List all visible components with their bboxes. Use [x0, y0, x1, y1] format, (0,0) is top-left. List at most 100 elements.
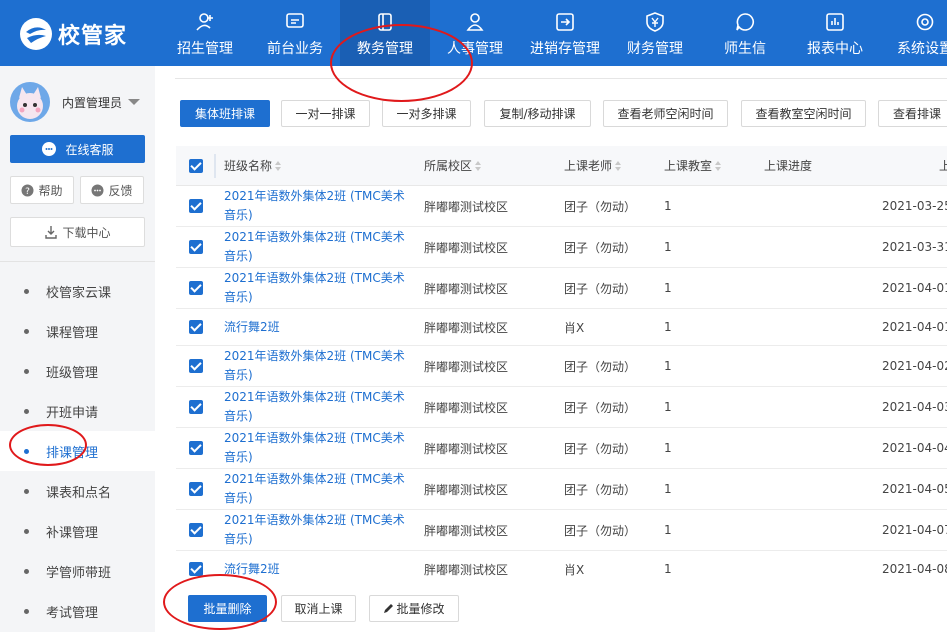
column-header-progress[interactable]: 上课进度	[764, 146, 812, 185]
view-schedule-button[interactable]: 查看排课	[878, 100, 947, 127]
one-to-one-scheduling-button[interactable]: 一对一排课	[281, 100, 370, 127]
toolbar-label: 一对一排课	[295, 107, 356, 121]
download-label: 下载中心	[62, 225, 111, 240]
row-checkbox[interactable]	[189, 281, 203, 295]
help-button[interactable]: ? 帮助	[10, 176, 74, 204]
column-resize-handle[interactable]	[214, 154, 216, 178]
row-checkbox[interactable]	[189, 441, 203, 455]
tab-group-class-scheduling[interactable]: 集体班排课	[180, 100, 270, 127]
sidebar-item-class-application[interactable]: 开班申请	[0, 391, 155, 431]
nav-hr[interactable]: 人事管理	[430, 0, 520, 66]
comment-icon	[91, 184, 104, 196]
row-checkbox[interactable]	[189, 199, 203, 213]
sidebar-item-label: 校管家云课	[46, 285, 112, 301]
table-row[interactable]: 2021年语数外集体2班 (TMC美术音乐) 胖嘟嘟测试校区 团子（勿动） 1 …	[176, 510, 947, 551]
row-checkbox[interactable]	[189, 400, 203, 414]
select-all-checkbox[interactable]	[189, 159, 203, 173]
table-row[interactable]: 2021年语数外集体2班 (TMC美术音乐) 胖嘟嘟测试校区 团子（勿动） 1 …	[176, 227, 947, 268]
classroom-free-time-button[interactable]: 查看教室空闲时间	[741, 100, 866, 127]
teacher-cell: 团子（勿动）	[564, 523, 637, 538]
class-name-link[interactable]: 2021年语数外集体2班 (TMC美术音乐)	[224, 186, 409, 226]
row-checkbox[interactable]	[189, 240, 203, 254]
column-header-campus[interactable]: 所属校区	[424, 146, 482, 185]
user-menu[interactable]: 内置管理员	[10, 82, 141, 122]
sidebar-item-advisor-class[interactable]: 学管师带班	[0, 551, 155, 591]
campus-cell: 胖嘟嘟测试校区	[424, 320, 509, 335]
sidebar-item-label: 补课管理	[46, 525, 99, 541]
class-name-link[interactable]: 2021年语数外集体2班 (TMC美术音乐)	[224, 346, 409, 386]
one-to-many-scheduling-button[interactable]: 一对多排课	[382, 100, 471, 127]
sidebar-item-scheduling[interactable]: 排课管理	[0, 431, 155, 471]
class-name-link[interactable]: 2021年语数外集体2班 (TMC美术音乐)	[224, 469, 409, 509]
sidebar-item-cloud-course[interactable]: 校管家云课	[0, 271, 155, 311]
teacher-free-time-button[interactable]: 查看老师空闲时间	[603, 100, 728, 127]
bullet-icon	[24, 528, 29, 534]
class-name-link[interactable]: 2021年语数外集体2班 (TMC美术音乐)	[224, 387, 409, 427]
user-plus-icon	[196, 13, 213, 31]
date-cell: 2021-04-05	[882, 482, 947, 496]
person-icon	[466, 13, 484, 31]
nav-label: 报表中心	[807, 41, 863, 57]
header-label: 上课老师	[564, 159, 613, 173]
toolbar-label: 集体班排课	[194, 107, 255, 121]
nav-finance[interactable]: 财务管理	[610, 0, 700, 66]
sidebar-item-label: 班级管理	[46, 365, 99, 381]
sidebar-item-label: 开班申请	[46, 405, 99, 421]
row-checkbox[interactable]	[189, 320, 203, 334]
column-header-class-name[interactable]: 班级名称	[224, 146, 282, 185]
class-name-link[interactable]: 2021年语数外集体2班 (TMC美术音乐)	[224, 428, 409, 468]
download-center-button[interactable]: 下载中心	[10, 217, 145, 247]
nav-academic[interactable]: 教务管理	[340, 0, 430, 66]
table-row[interactable]: 2021年语数外集体2班 (TMC美术音乐) 胖嘟嘟测试校区 团子（勿动） 1 …	[176, 469, 947, 510]
row-checkbox[interactable]	[189, 359, 203, 373]
sidebar-item-course-management[interactable]: 课程管理	[0, 311, 155, 351]
sidebar-item-makeup-class[interactable]: 补课管理	[0, 511, 155, 551]
download-icon	[45, 226, 58, 239]
bullet-icon	[24, 568, 29, 574]
class-name-link[interactable]: 流行舞2班	[224, 309, 409, 345]
copy-move-scheduling-button[interactable]: 复制/移动排课	[484, 100, 591, 127]
table-row[interactable]: 2021年语数外集体2班 (TMC美术音乐) 胖嘟嘟测试校区 团子（勿动） 1 …	[176, 346, 947, 387]
nav-messages[interactable]: 师生信	[700, 0, 790, 66]
column-header-classroom[interactable]: 上课教室	[664, 146, 722, 185]
feedback-button[interactable]: 反馈	[80, 176, 144, 204]
online-service-button[interactable]: 在线客服	[10, 135, 145, 163]
cancel-class-button[interactable]: 取消上课	[281, 595, 356, 622]
nav-settings[interactable]: 系统设置	[880, 0, 947, 66]
classroom-cell: 1	[664, 281, 672, 295]
table-row[interactable]: 2021年语数外集体2班 (TMC美术音乐) 胖嘟嘟测试校区 团子（勿动） 1 …	[176, 186, 947, 227]
table-row[interactable]: 2021年语数外集体2班 (TMC美术音乐) 胖嘟嘟测试校区 团子（勿动） 1 …	[176, 268, 947, 309]
toolbar-label: 复制/移动排课	[499, 107, 576, 121]
nav-label: 财务管理	[627, 41, 683, 57]
app-logo[interactable]: 校管家	[18, 16, 127, 52]
class-name-link[interactable]: 2021年语数外集体2班 (TMC美术音乐)	[224, 268, 409, 308]
column-header-teacher[interactable]: 上课老师	[564, 146, 622, 185]
sidebar-item-class-management[interactable]: 班级管理	[0, 351, 155, 391]
toolbar-label: 查看教室空闲时间	[755, 107, 852, 121]
teacher-cell: 团子（勿动）	[564, 400, 637, 415]
table-row[interactable]: 2021年语数外集体2班 (TMC美术音乐) 胖嘟嘟测试校区 团子（勿动） 1 …	[176, 428, 947, 469]
class-name-link[interactable]: 2021年语数外集体2班 (TMC美术音乐)	[224, 227, 409, 267]
batch-delete-button[interactable]: 批量删除	[188, 595, 267, 622]
bullet-icon	[24, 408, 29, 414]
classroom-cell: 1	[664, 400, 672, 414]
class-name-link[interactable]: 2021年语数外集体2班 (TMC美术音乐)	[224, 510, 409, 550]
teacher-cell: 团子（勿动）	[564, 281, 637, 296]
classroom-cell: 1	[664, 441, 672, 455]
sidebar-item-timetable-rollcall[interactable]: 课表和点名	[0, 471, 155, 511]
column-header-date[interactable]: 上	[939, 146, 947, 185]
table-row[interactable]: 流行舞2班 胖嘟嘟测试校区 肖X 1 2021-04-01	[176, 309, 947, 346]
row-checkbox[interactable]	[189, 562, 203, 576]
row-checkbox[interactable]	[189, 482, 203, 496]
pencil-icon	[384, 604, 394, 613]
batch-edit-button[interactable]: 批量修改	[369, 595, 459, 622]
nav-inventory[interactable]: 进销存管理	[520, 0, 610, 66]
nav-front-desk[interactable]: 前台业务	[250, 0, 340, 66]
table-row[interactable]: 2021年语数外集体2班 (TMC美术音乐) 胖嘟嘟测试校区 团子（勿动） 1 …	[176, 387, 947, 428]
nav-recruitment[interactable]: 招生管理	[160, 0, 250, 66]
chevron-down-icon	[128, 99, 141, 105]
header-label: 所属校区	[424, 159, 473, 173]
nav-reports[interactable]: 报表中心	[790, 0, 880, 66]
row-checkbox[interactable]	[189, 523, 203, 537]
sidebar-item-exam-management[interactable]: 考试管理	[0, 591, 155, 631]
